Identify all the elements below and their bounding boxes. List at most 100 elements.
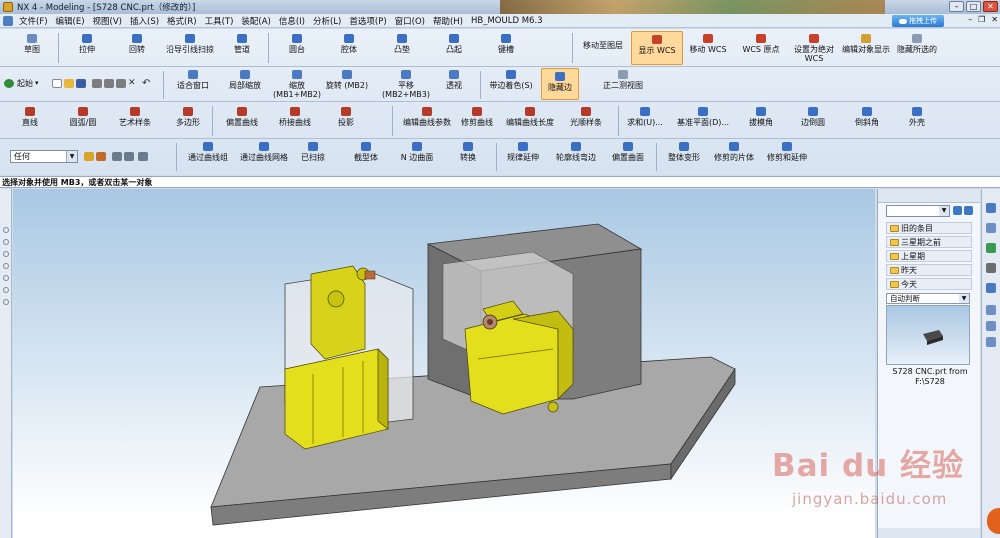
process-studio-icon[interactable]: [986, 321, 996, 331]
wcs-origin-button[interactable]: WCS 原点: [740, 34, 782, 54]
menu-hb-mould[interactable]: HB_MOULD M6.3: [467, 16, 547, 26]
slot-button[interactable]: 键槽: [492, 34, 520, 54]
sketch-button[interactable]: 草图: [14, 34, 50, 54]
offset-curve-button[interactable]: 偏置曲线: [222, 107, 262, 127]
boss-button[interactable]: 圆台: [283, 34, 311, 54]
minimize-icon[interactable]: –: [949, 1, 964, 12]
history-icon[interactable]: [986, 283, 996, 293]
recent-file-thumbnail[interactable]: [886, 305, 970, 365]
arc-circle-button[interactable]: 圆弧/圆: [64, 107, 102, 127]
extrude-button[interactable]: 拉伸: [72, 34, 102, 54]
bridge-curve-button[interactable]: 桥接曲线: [274, 107, 316, 127]
n-sided-surface-button[interactable]: N 边曲面: [398, 142, 436, 162]
recent-file-caption[interactable]: S728 CNC.prt from F:\S728: [882, 367, 978, 387]
art-spline-button[interactable]: 艺术样条: [114, 107, 156, 127]
snap-center-icon[interactable]: [3, 275, 9, 281]
fit-window-button[interactable]: 适合窗口: [172, 70, 214, 90]
open-file-icon[interactable]: [64, 79, 74, 88]
through-curves-button[interactable]: 通过曲线组: [186, 142, 230, 162]
trimetric-view-button[interactable]: 正二测视图: [592, 70, 654, 90]
hide-selected-button[interactable]: 隐藏所选的: [896, 34, 938, 54]
menu-edit[interactable]: 编辑(E): [52, 15, 89, 27]
deselect-icon[interactable]: [124, 152, 134, 161]
hidden-edges-button[interactable]: 隐藏边: [541, 68, 579, 100]
menu-window[interactable]: 窗口(O): [391, 15, 429, 27]
trim-curve-button[interactable]: 修剪曲线: [458, 107, 496, 127]
paste-icon[interactable]: [116, 79, 126, 88]
pocket-button[interactable]: 腔体: [335, 34, 363, 54]
save-icon[interactable]: [76, 79, 86, 88]
close-icon[interactable]: ✕: [983, 1, 998, 12]
delete-icon[interactable]: ✕: [128, 79, 138, 88]
quick-pick-icon[interactable]: [112, 152, 122, 161]
snap-control-point-icon[interactable]: [3, 251, 9, 257]
history-group-three-weeks[interactable]: 三星期之前: [886, 236, 972, 248]
law-extension-button[interactable]: 规律延伸: [504, 142, 542, 162]
menu-insert[interactable]: 插入(S): [126, 15, 163, 27]
revolve-button[interactable]: 回转: [122, 34, 152, 54]
reuse-library-icon[interactable]: [986, 243, 996, 253]
system-materials-icon[interactable]: [986, 305, 996, 315]
upload-button[interactable]: 拖拽上传: [892, 15, 944, 27]
through-curve-mesh-button[interactable]: 通过曲线网格: [238, 142, 290, 162]
roles-icon[interactable]: [986, 337, 996, 347]
edit-curve-params-button[interactable]: 编辑曲线参数: [400, 107, 454, 127]
datum-plane-button[interactable]: 基准平面(D)...: [672, 107, 734, 127]
global-shaping-button[interactable]: 整体变形: [664, 142, 704, 162]
project-button[interactable]: 投影: [334, 107, 358, 127]
doc-minimize-icon[interactable]: –: [968, 15, 972, 24]
zoom-area-button[interactable]: 局部缩放: [224, 70, 266, 90]
undo-icon[interactable]: ↶: [142, 79, 152, 89]
polygon-button[interactable]: 多边形: [170, 107, 206, 127]
history-group-yesterday[interactable]: 昨天: [886, 264, 972, 276]
start-button[interactable]: 起始 ▾: [4, 79, 39, 88]
zoom-button[interactable]: 缩放 (MB1+MB2): [270, 70, 324, 99]
pad-button[interactable]: 凸垫: [388, 34, 416, 54]
snap-quadrant-icon[interactable]: [3, 287, 9, 293]
move-to-layer-button[interactable]: 移动至图层: [578, 41, 628, 50]
curve-length-button[interactable]: 编辑曲线长度: [504, 107, 556, 127]
section-body-button[interactable]: 截型体: [350, 142, 382, 162]
menu-file[interactable]: 文件(F): [15, 15, 52, 27]
contour-flange-button[interactable]: 轮廓线弯边: [554, 142, 598, 162]
trimmed-sheet-button[interactable]: 修剪的片体: [712, 142, 756, 162]
menu-format[interactable]: 格式(R): [163, 15, 201, 27]
draft-button[interactable]: 拔模角: [746, 107, 776, 127]
back-icon[interactable]: [953, 206, 962, 215]
menu-info[interactable]: 信息(I): [275, 15, 309, 27]
perspective-button[interactable]: 透视: [440, 70, 468, 90]
snap-point-icon[interactable]: [84, 152, 94, 161]
new-file-icon[interactable]: [52, 79, 62, 88]
swept-button[interactable]: 已扫掠: [298, 142, 328, 162]
transform-button[interactable]: 转换: [456, 142, 480, 162]
menu-assembly[interactable]: 装配(A): [237, 15, 274, 27]
tube-button[interactable]: 管道: [228, 34, 256, 54]
cut-icon[interactable]: [92, 79, 102, 88]
sweep-along-guide-button[interactable]: 沿导引线扫掠: [164, 34, 216, 54]
unite-button[interactable]: 求和(U)...: [626, 107, 664, 127]
forward-icon[interactable]: [964, 206, 973, 215]
offset-surface-button[interactable]: 偏置曲面: [608, 142, 648, 162]
smooth-spline-button[interactable]: 光顺样条: [564, 107, 608, 127]
edge-blend-button[interactable]: 边倒圆: [798, 107, 828, 127]
history-filter-dropdown[interactable]: 自动判断 ▼: [886, 293, 970, 304]
chamfer-button[interactable]: 倒斜角: [852, 107, 882, 127]
selection-filter-dropdown[interactable]: 任何 ▼: [10, 150, 78, 163]
filter-options-icon[interactable]: [138, 152, 148, 161]
menu-analysis[interactable]: 分析(L): [309, 15, 345, 27]
emboss-button[interactable]: 凸起: [440, 34, 468, 54]
pan-button[interactable]: 平移 (MB2+MB3): [376, 70, 436, 99]
selection-intent-icon[interactable]: [96, 152, 106, 161]
edit-object-display-button[interactable]: 编辑对象显示: [842, 34, 890, 54]
history-location-dropdown[interactable]: ▼: [886, 205, 950, 217]
rotate-button[interactable]: 旋转 (MB2): [322, 70, 372, 90]
part-navigator-icon[interactable]: [986, 223, 996, 233]
move-wcs-button[interactable]: 移动 WCS: [688, 34, 728, 54]
maximize-icon[interactable]: □: [966, 1, 981, 12]
doc-restore-icon[interactable]: ❐: [978, 15, 985, 24]
show-wcs-button[interactable]: 显示 WCS: [631, 31, 683, 65]
shaded-with-edges-button[interactable]: 带边着色(S): [486, 70, 536, 90]
line-button[interactable]: 直线: [18, 107, 42, 127]
shell-button[interactable]: 外壳: [904, 107, 930, 127]
graphics-window[interactable]: [13, 189, 875, 538]
